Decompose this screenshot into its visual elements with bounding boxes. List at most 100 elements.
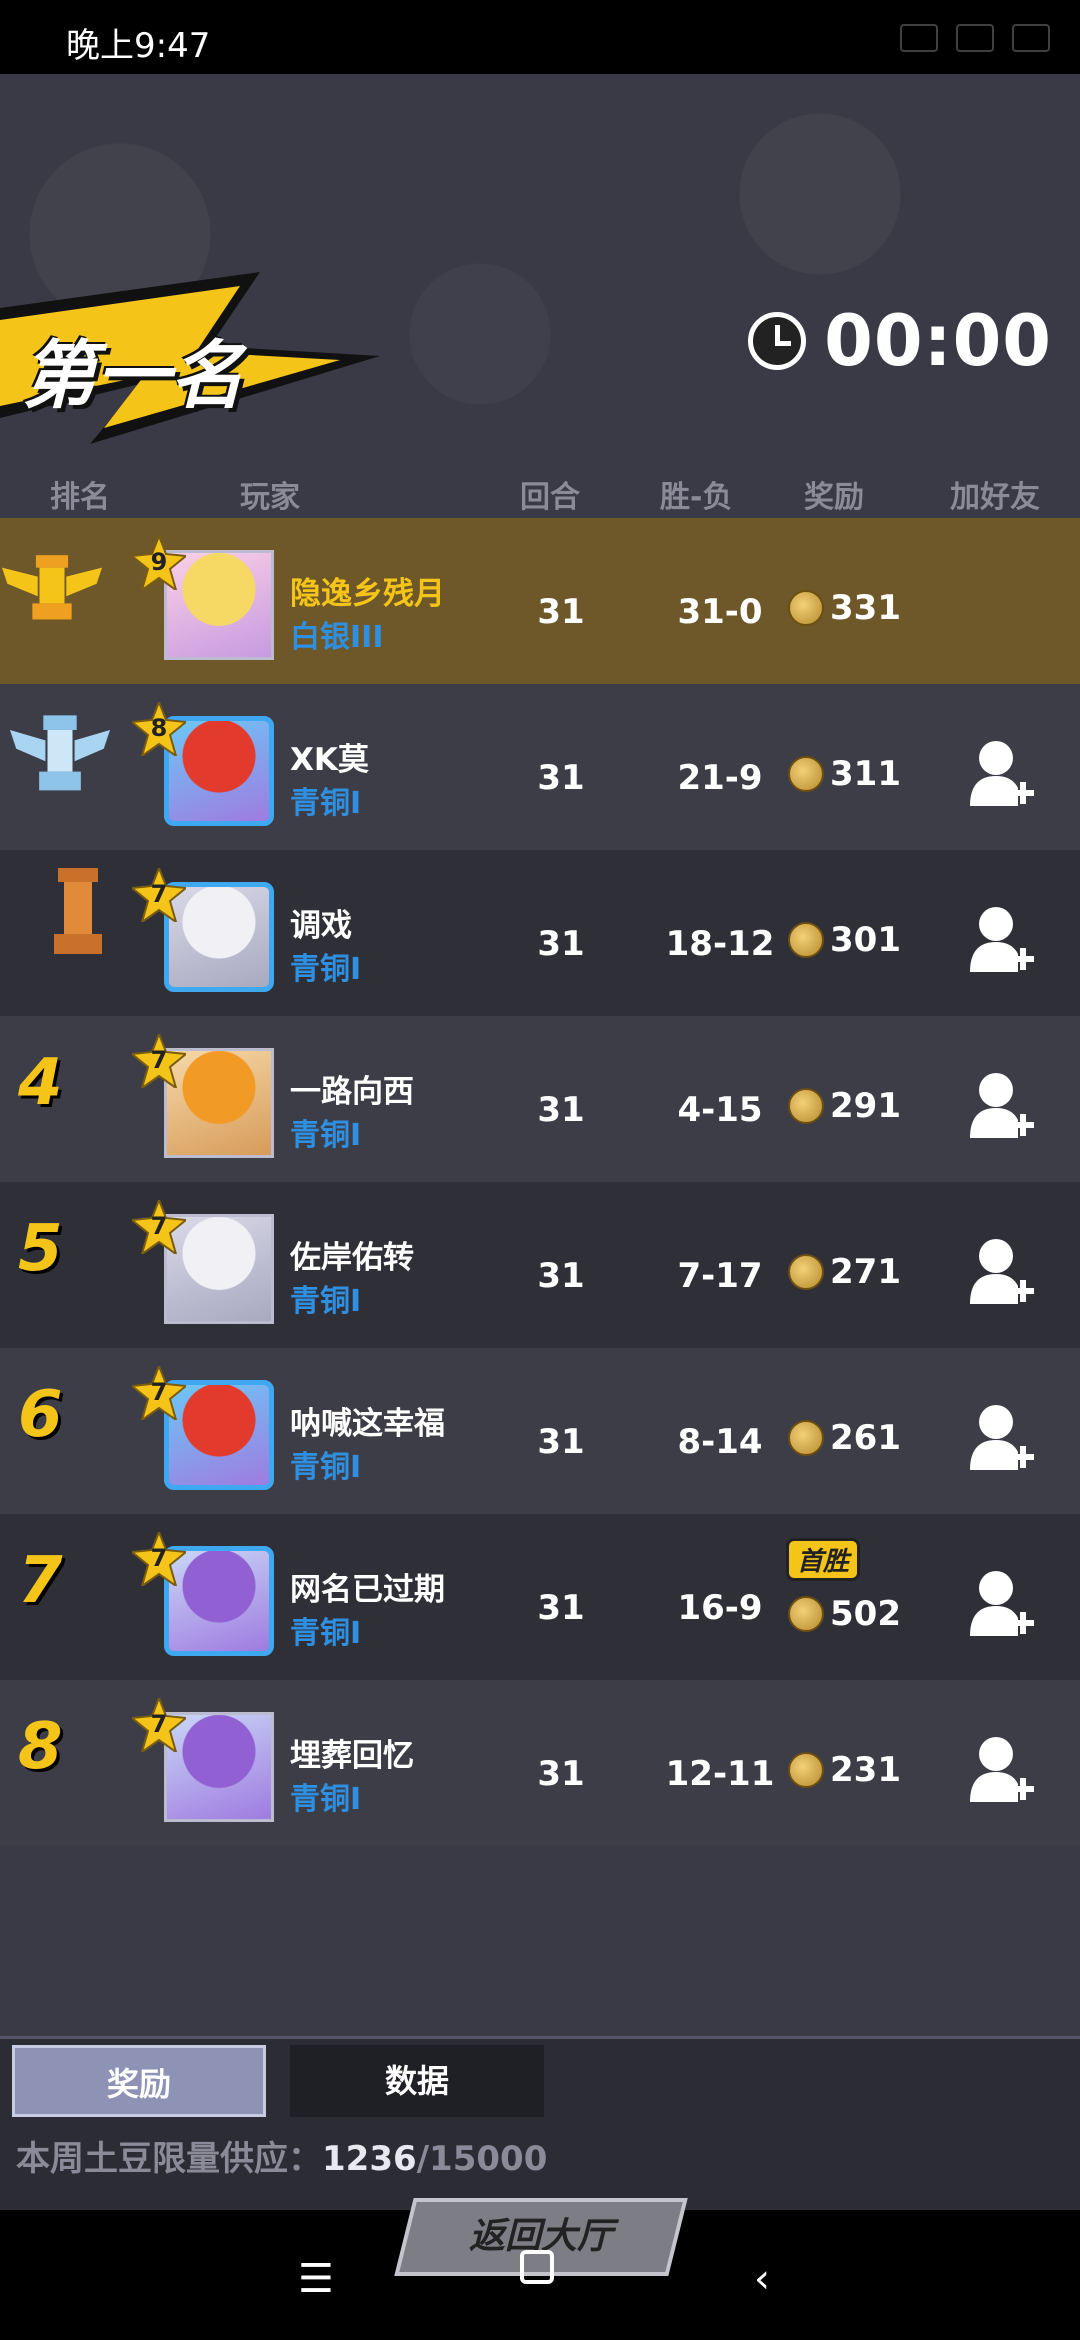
- table-row: 9 隐逸乡残月 白银III 31 31-0 331: [0, 518, 1080, 684]
- level-badge: 7: [132, 1698, 186, 1752]
- silver-trophy-icon: [10, 715, 110, 791]
- reward-value: 291: [830, 1086, 901, 1126]
- game-timer: 00:00: [748, 300, 1052, 382]
- reward-value: 271: [830, 1252, 901, 1292]
- header-add-friend: 加好友: [950, 480, 1040, 515]
- player-name: XK莫: [290, 742, 369, 778]
- win-loss-value: 12-11: [665, 1754, 775, 1794]
- player-name: 网名已过期: [290, 1572, 445, 1608]
- player-tier: 青铜I: [290, 1450, 362, 1485]
- reward-value: 311: [830, 754, 901, 794]
- table-row: 7 7 网名已过期 青铜I 31 16-9 首胜 502: [0, 1514, 1080, 1680]
- rounds-value: 31: [537, 1256, 585, 1296]
- rounds-value: 31: [537, 924, 585, 964]
- supply-total: /15000: [416, 2139, 548, 2179]
- table-row: 8 XK莫 青铜I 31 21-9 311: [0, 684, 1080, 850]
- rounds-value: 31: [537, 592, 585, 632]
- win-loss-value: 8-14: [677, 1422, 763, 1462]
- player-name: 佐岸佑转: [290, 1240, 414, 1276]
- header-rank: 排名: [50, 480, 110, 515]
- supply-label: 本周土豆限量供应：: [16, 2139, 322, 2179]
- reward-value: 231: [830, 1750, 901, 1790]
- signal-icon: [900, 24, 938, 52]
- reward-value: 502: [830, 1594, 901, 1634]
- table-row: 7 调戏 青铜I 31 18-12 301: [0, 850, 1080, 1016]
- player-name: 呐喊这幸福: [290, 1406, 445, 1442]
- level-badge: 7: [132, 1034, 186, 1088]
- level-badge: 7: [132, 1366, 186, 1420]
- wifi-icon: [956, 24, 994, 52]
- potato-icon: [788, 922, 824, 958]
- player-tier: 青铜I: [290, 952, 362, 987]
- tab-data[interactable]: 数据: [290, 2045, 544, 2117]
- rank-number: 6: [18, 1378, 63, 1452]
- reward: 271: [788, 1252, 901, 1292]
- table-row: 8 7 埋葬回忆 青铜I 31 12-11 231: [0, 1680, 1080, 1846]
- add-friend-icon[interactable]: [968, 1402, 1034, 1472]
- potato-icon: [788, 756, 824, 792]
- timer-value: 00:00: [824, 300, 1052, 382]
- reward: 502: [788, 1594, 901, 1634]
- win-loss-value: 7-17: [677, 1256, 763, 1296]
- tab-reward[interactable]: 奖励: [12, 2045, 266, 2117]
- table-header: 排名 玩家 回合 胜-负 奖励 加好友: [0, 468, 1080, 516]
- add-friend-icon[interactable]: [968, 1734, 1034, 1804]
- rank-number: 8: [18, 1710, 63, 1784]
- banner-title: 第一名: [22, 333, 244, 419]
- reward-value: 331: [830, 588, 901, 628]
- rounds-value: 31: [537, 758, 585, 798]
- header-rounds: 回合: [520, 480, 580, 515]
- level-badge: 8: [132, 702, 186, 756]
- win-loss-value: 16-9: [677, 1588, 763, 1628]
- player-tier: 青铜I: [290, 786, 362, 821]
- supply-current: 1236: [322, 2139, 417, 2179]
- add-friend-icon[interactable]: [968, 1070, 1034, 1140]
- potato-icon: [788, 1752, 824, 1788]
- home-icon[interactable]: [520, 2250, 554, 2284]
- menu-icon[interactable]: ☰: [298, 2256, 334, 2302]
- potato-icon: [788, 1420, 824, 1456]
- add-friend-icon[interactable]: [968, 904, 1034, 974]
- player-tier: 白银III: [290, 620, 384, 655]
- player-tier: 青铜I: [290, 1284, 362, 1319]
- level-badge: 7: [132, 1200, 186, 1254]
- gold-trophy-icon: [2, 555, 102, 620]
- level-badge: 7: [132, 1532, 186, 1586]
- level-badge: 7: [132, 868, 186, 922]
- add-friend-icon[interactable]: [968, 1236, 1034, 1306]
- potato-supply: 本周土豆限量供应：1236/15000: [16, 2131, 547, 2180]
- potato-icon: [788, 590, 824, 626]
- reward: 231: [788, 1750, 901, 1790]
- placement-banner: 第一名: [0, 268, 400, 448]
- rank-number: 5: [18, 1212, 63, 1286]
- rounds-value: 31: [537, 1754, 585, 1794]
- add-friend-icon[interactable]: [968, 1568, 1034, 1638]
- bottom-panel: 奖励 数据 本周土豆限量供应：1236/15000: [0, 2036, 1080, 2213]
- player-name: 一路向西: [290, 1074, 414, 1110]
- player-name: 调戏: [290, 908, 352, 944]
- reward: 331: [788, 588, 901, 628]
- level-badge: 9: [132, 536, 186, 590]
- add-friend-icon[interactable]: [968, 738, 1034, 808]
- win-loss-value: 31-0: [677, 592, 763, 632]
- rank-number: 7: [18, 1544, 63, 1618]
- player-name: 埋葬回忆: [290, 1738, 414, 1774]
- table-row: 6 7 呐喊这幸福 青铜I 31 8-14 261: [0, 1348, 1080, 1514]
- header-win-loss: 胜-负: [660, 480, 733, 515]
- status-icons: [900, 24, 1050, 52]
- table-row: 4 7 一路向西 青铜I 31 4-15 291: [0, 1016, 1080, 1182]
- win-loss-value: 21-9: [677, 758, 763, 798]
- header-reward: 奖励: [804, 480, 864, 515]
- clock-icon: [748, 312, 807, 370]
- potato-icon: [788, 1596, 824, 1632]
- first-win-badge: 首胜: [786, 1538, 861, 1581]
- back-icon[interactable]: ‹: [754, 2256, 770, 2302]
- status-bar: 晚上9:47: [0, 0, 1080, 74]
- win-loss-value: 18-12: [665, 924, 775, 964]
- reward: 291: [788, 1086, 901, 1126]
- reward: 311: [788, 754, 901, 794]
- rounds-value: 31: [537, 1090, 585, 1130]
- potato-icon: [788, 1254, 824, 1290]
- bronze-trophy-icon: [54, 868, 102, 954]
- rounds-value: 31: [537, 1588, 585, 1628]
